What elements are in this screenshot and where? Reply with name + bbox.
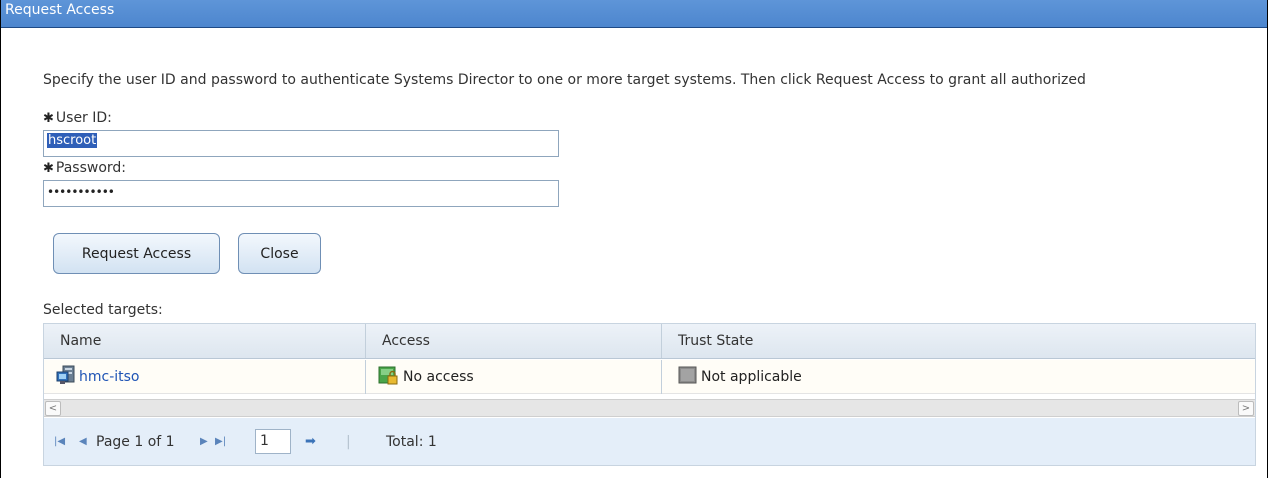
pager-divider: | — [346, 433, 351, 450]
target-link[interactable]: hmc-itso — [79, 369, 140, 385]
trust-state-value: Not applicable — [701, 369, 802, 385]
table-header: Name Access Trust State — [44, 324, 1255, 359]
page-indicator: Page 1 of 1 — [96, 433, 175, 450]
previous-page-icon[interactable]: ◀ — [79, 418, 87, 465]
column-header-access[interactable]: Access — [366, 324, 662, 358]
required-marker: ✱ — [43, 161, 54, 176]
cell-name: hmc-itso — [44, 360, 366, 394]
password-value: ••••••••••• — [47, 185, 115, 199]
first-page-icon[interactable]: |◀ — [54, 418, 65, 465]
horizontal-scrollbar[interactable]: < > — [44, 399, 1255, 417]
selected-targets-label: Selected targets: — [43, 302, 163, 318]
go-page-icon[interactable]: ➡ — [305, 418, 316, 465]
next-page-icon[interactable]: ▶ — [200, 418, 208, 465]
pager: |◀ ◀ Page 1 of 1 ▶ ▶| 1 ➡ | Total: 1 — [44, 418, 1255, 465]
locked-access-icon — [378, 365, 400, 389]
instructions-text: Specify the user ID and password to auth… — [43, 72, 1086, 88]
cell-access: No access — [366, 360, 662, 394]
scroll-right-icon[interactable]: > — [1238, 401, 1254, 416]
cell-trust-state: Not applicable — [662, 360, 1255, 394]
access-value: No access — [403, 369, 474, 385]
password-label: ✱ Password: — [43, 160, 127, 176]
total-count: Total: 1 — [386, 433, 437, 450]
scroll-left-icon[interactable]: < — [45, 401, 61, 416]
table-row[interactable]: hmc-itso No access Not applicable — [44, 360, 1255, 394]
user-id-value: hscroot — [47, 133, 98, 148]
targets-table: Name Access Trust State hmc-itso No acce… — [43, 323, 1256, 466]
user-id-input[interactable]: hscroot — [43, 130, 559, 157]
column-header-name[interactable]: Name — [44, 324, 366, 358]
column-header-trust-state[interactable]: Trust State — [662, 324, 1255, 358]
user-id-label: ✱ User ID: — [43, 110, 112, 126]
password-input[interactable]: ••••••••••• — [43, 180, 559, 207]
close-button[interactable]: Close — [238, 233, 321, 274]
managed-system-icon — [56, 365, 76, 389]
last-page-icon[interactable]: ▶| — [215, 418, 226, 465]
request-access-window: Request Access Specify the user ID and p… — [0, 0, 1268, 478]
request-access-button[interactable]: Request Access — [53, 233, 220, 274]
required-marker: ✱ — [43, 111, 54, 126]
page-number-input[interactable]: 1 — [255, 429, 291, 454]
window-title: Request Access — [1, 0, 1267, 28]
trust-state-icon — [678, 365, 698, 389]
